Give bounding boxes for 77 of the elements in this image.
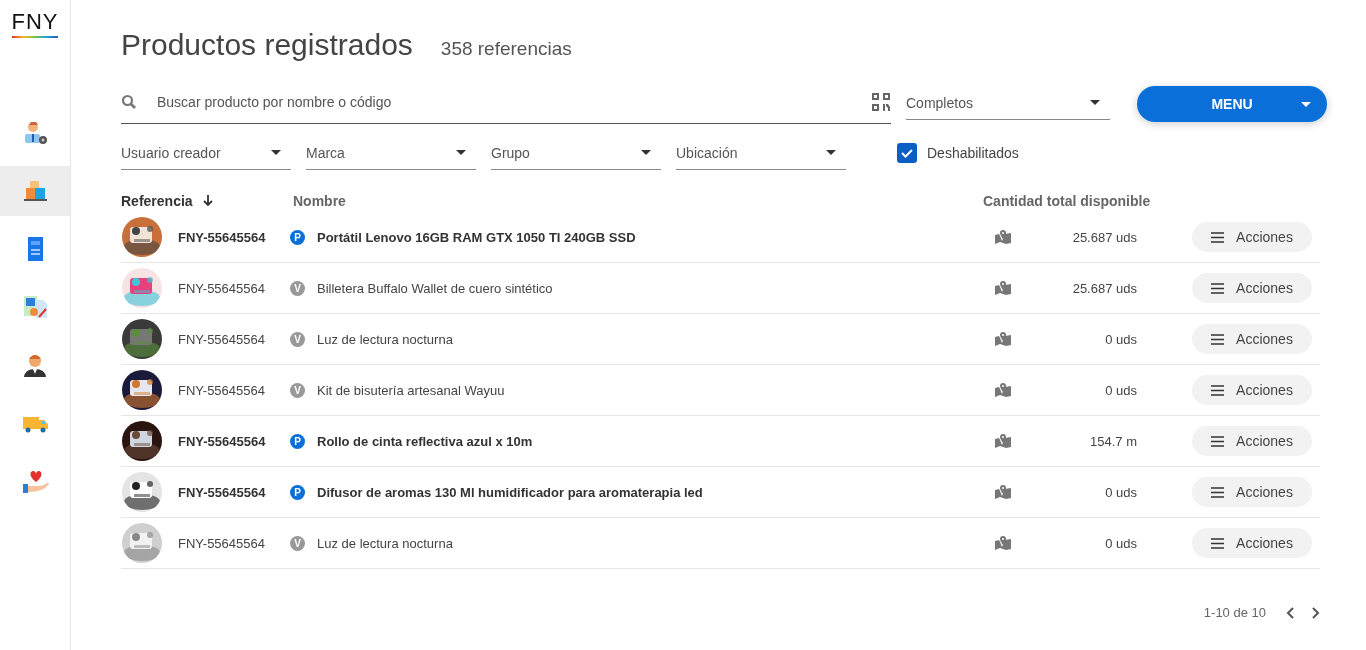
- page-range: 1-10 de 10: [1203, 605, 1266, 620]
- actions-button[interactable]: Acciones: [1192, 528, 1312, 558]
- quantity: 25.687 uds: [1071, 280, 1137, 296]
- quantity: 25.687 uds: [1071, 229, 1137, 245]
- caret-icon: [271, 150, 281, 155]
- menu-button[interactable]: MENU: [1137, 86, 1327, 122]
- type-badge: V: [290, 331, 305, 347]
- check-icon: [900, 146, 914, 160]
- menu-icon: [1211, 537, 1225, 549]
- caret-icon: [826, 150, 836, 155]
- search-icon: [121, 93, 137, 110]
- type-badge: P: [290, 484, 305, 500]
- quantity: 0 uds: [1104, 535, 1137, 551]
- product-name: Luz de lectura nocturna: [317, 535, 454, 551]
- map-pin-icon[interactable]: [995, 230, 1011, 244]
- reference-code: FNY-55645564: [178, 484, 267, 500]
- type-badge: V: [290, 382, 305, 398]
- calculator-document-icon: [21, 293, 49, 321]
- menu-icon: [1211, 231, 1225, 243]
- actions-button[interactable]: Acciones: [1192, 273, 1312, 303]
- actions-button[interactable]: Acciones: [1192, 222, 1312, 252]
- product-name: Kit de bisutería artesanal Wayuu: [317, 382, 506, 398]
- caret-icon: [1090, 100, 1100, 105]
- map-pin-icon[interactable]: [995, 281, 1011, 295]
- map-pin-icon[interactable]: [995, 536, 1011, 550]
- status-select[interactable]: Completos: [906, 86, 1110, 120]
- page-title: Productos registrados: [121, 28, 413, 62]
- next-page-icon[interactable]: [1310, 606, 1320, 619]
- filter-select[interactable]: Ubicación: [676, 136, 846, 170]
- filter-select[interactable]: Usuario creador: [121, 136, 291, 170]
- filter-select[interactable]: Marca: [306, 136, 476, 170]
- reference-code: FNY-55645564: [178, 331, 266, 347]
- menu-icon: [1211, 486, 1225, 498]
- product-name: Billetera Buffalo Wallet de cuero sintético: [317, 280, 554, 296]
- column-header[interactable]: Referencia: [121, 193, 193, 209]
- product-name: Difusor de aromas 130 Ml humidificador para aromaterapia led: [317, 484, 704, 500]
- quantity: 0 uds: [1104, 382, 1137, 398]
- filter-select[interactable]: Grupo: [491, 136, 661, 170]
- menu-icon: [1211, 384, 1225, 396]
- reference-code: FNY-55645564: [178, 229, 267, 245]
- actions-button[interactable]: Acciones: [1192, 426, 1312, 456]
- menu-icon: [1211, 435, 1225, 447]
- checkbox-label: Deshabilitados: [927, 145, 1019, 161]
- column-header: Nombre: [293, 193, 346, 209]
- type-badge: P: [290, 229, 305, 245]
- column-header: Cantidad total disponible: [983, 193, 1151, 209]
- product-name: Portátil Lenovo 16GB RAM GTX 1050 TI 240GB SSD: [317, 229, 637, 245]
- map-pin-icon[interactable]: [995, 332, 1011, 346]
- product-name: Rollo de cinta reflectiva azul x 10m: [317, 433, 534, 449]
- actions-button[interactable]: Acciones: [1192, 375, 1312, 405]
- product-name: Luz de lectura nocturna: [317, 331, 454, 347]
- actions-button[interactable]: Acciones: [1192, 477, 1312, 507]
- checkbox[interactable]: [897, 143, 917, 163]
- caret-icon: [1301, 102, 1311, 107]
- type-badge: V: [290, 535, 305, 551]
- logo[interactable]: FNY: [0, 10, 70, 38]
- quantity: 0 uds: [1104, 484, 1137, 500]
- map-pin-icon[interactable]: [995, 485, 1011, 499]
- caret-icon: [456, 150, 466, 155]
- actions-button[interactable]: Acciones: [1192, 324, 1312, 354]
- map-pin-icon[interactable]: [995, 383, 1011, 397]
- map-pin-icon[interactable]: [995, 434, 1011, 448]
- menu-icon: [1211, 333, 1225, 345]
- qr-code-icon[interactable]: [871, 91, 891, 112]
- menu-icon: [1211, 282, 1225, 294]
- reference-code: FNY-55645564: [178, 433, 267, 449]
- type-badge: P: [290, 433, 305, 449]
- reference-code: FNY-55645564: [178, 535, 266, 551]
- sort-down-arrow-icon[interactable]: [202, 195, 213, 207]
- reference-code: FNY-55645564: [178, 280, 266, 296]
- type-badge: V: [290, 280, 305, 296]
- previous-page-icon[interactable]: [1286, 606, 1296, 619]
- quantity: 154.7 m: [1089, 433, 1137, 449]
- quantity: 0 uds: [1104, 331, 1137, 347]
- reference-code: FNY-55645564: [178, 382, 266, 398]
- caret-icon: [641, 150, 651, 155]
- reference-count: 358 referencias: [440, 38, 572, 60]
